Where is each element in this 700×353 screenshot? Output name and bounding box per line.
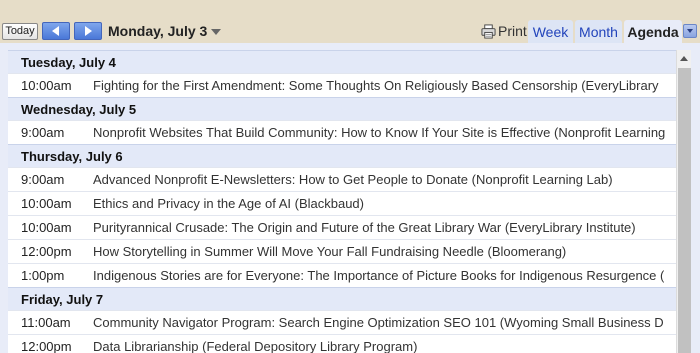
print-label: Print <box>498 23 527 39</box>
event-title[interactable]: How Storytelling in Summer Will Move You… <box>93 240 566 263</box>
print-button[interactable]: Print <box>481 22 527 40</box>
event-row[interactable]: 12:00pm Data Librarianship (Federal Depo… <box>8 334 676 353</box>
event-time: 12:00pm <box>21 244 72 259</box>
event-title[interactable]: Purityrannical Crusade: The Origin and F… <box>93 216 636 239</box>
event-title[interactable]: Indigenous Stories are for Everyone: The… <box>93 264 664 287</box>
event-title[interactable]: Ethics and Privacy in the Age of AI (Bla… <box>93 192 364 215</box>
event-row[interactable]: 10:00am Ethics and Privacy in the Age of… <box>8 191 676 215</box>
event-title[interactable]: Data Librarianship (Federal Depository L… <box>93 335 417 353</box>
event-row[interactable]: 12:00pm How Storytelling in Summer Will … <box>8 239 676 263</box>
day-header: Thursday, July 6 <box>8 144 676 167</box>
event-title[interactable]: Fighting for the First Amendment: Some T… <box>93 74 659 97</box>
event-title[interactable]: Community Navigator Program: Search Engi… <box>93 311 664 334</box>
tab-week[interactable]: Week <box>528 20 573 43</box>
day-header: Friday, July 7 <box>8 287 676 310</box>
arrow-right-icon <box>85 26 92 36</box>
previous-button[interactable] <box>42 22 70 40</box>
date-dropdown-icon[interactable] <box>211 29 221 35</box>
event-title[interactable]: Advanced Nonprofit E-Newsletters: How to… <box>93 168 613 191</box>
calendar-toolbar: Today Monday, July 3 Print Week Month Ag… <box>0 0 700 43</box>
event-time: 12:00pm <box>21 339 72 353</box>
event-time: 9:00am <box>21 125 65 140</box>
event-time: 10:00am <box>21 220 72 235</box>
event-time: 1:00pm <box>21 268 65 283</box>
agenda-dropdown-button[interactable] <box>683 24 697 38</box>
tab-month[interactable]: Month <box>575 20 622 43</box>
event-row[interactable]: 10:00am Purityrannical Crusade: The Orig… <box>8 215 676 239</box>
event-row[interactable]: 1:00pm Indigenous Stories are for Everyo… <box>8 263 676 287</box>
event-time: 10:00am <box>21 78 72 93</box>
next-button[interactable] <box>74 22 102 40</box>
day-header: Wednesday, July 5 <box>8 97 676 120</box>
agenda-list: Tuesday, July 4 10:00am Fighting for the… <box>8 50 676 353</box>
event-time: 10:00am <box>21 196 72 211</box>
tab-agenda[interactable]: Agenda <box>624 20 682 43</box>
scrollbar-thumb[interactable] <box>678 68 691 353</box>
agenda-view: Tuesday, July 4 10:00am Fighting for the… <box>0 43 700 353</box>
event-time: 11:00am <box>21 315 71 330</box>
event-title[interactable]: Nonprofit Websites That Build Community:… <box>93 121 665 144</box>
printer-icon <box>481 23 496 39</box>
day-header: Tuesday, July 4 <box>8 50 676 73</box>
event-row[interactable]: 9:00am Advanced Nonprofit E-Newsletters:… <box>8 167 676 191</box>
event-row[interactable]: 9:00am Nonprofit Websites That Build Com… <box>8 120 676 144</box>
vertical-scrollbar[interactable] <box>676 50 691 353</box>
event-row[interactable]: 10:00am Fighting for the First Amendment… <box>8 73 676 97</box>
event-time: 9:00am <box>21 172 65 187</box>
event-row[interactable]: 11:00am Community Navigator Program: Sea… <box>8 310 676 334</box>
scroll-up-arrow-icon[interactable] <box>677 50 692 67</box>
current-date-label: Monday, July 3 <box>108 23 208 39</box>
today-button[interactable]: Today <box>2 23 38 40</box>
arrow-left-icon <box>52 26 59 36</box>
